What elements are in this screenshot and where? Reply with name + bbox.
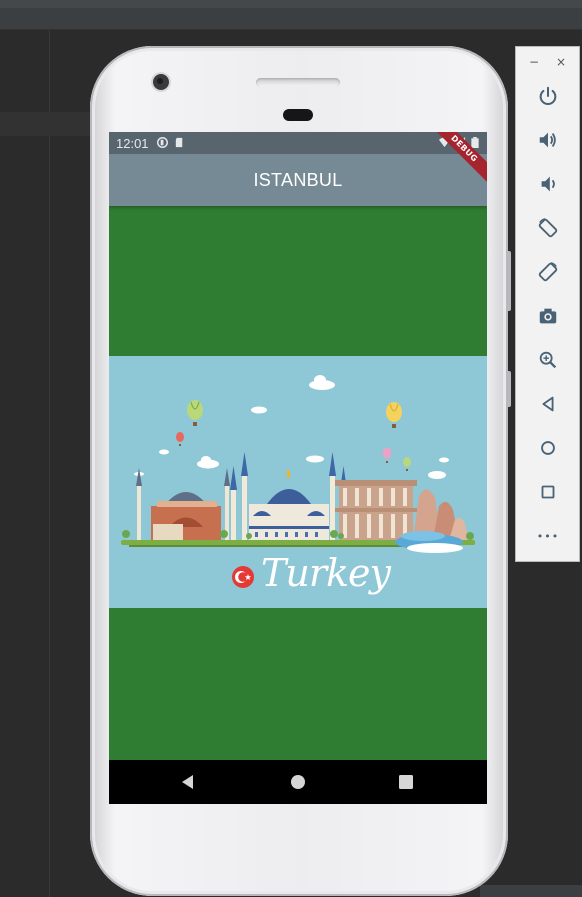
volume-down-button[interactable]: [535, 171, 561, 197]
toolbar-minimize-button[interactable]: −: [529, 55, 539, 69]
volume-up-button[interactable]: [535, 127, 561, 153]
ide-left-panel: [0, 30, 50, 897]
overview-button[interactable]: [535, 479, 561, 505]
turkish-flag-icon: [232, 566, 254, 588]
poster-caption: Turkey: [261, 551, 391, 595]
home-icon: [541, 441, 555, 455]
power-icon: [539, 86, 557, 105]
screenshot-button[interactable]: [535, 303, 561, 329]
app-bar: ISTANBUL: [109, 154, 487, 206]
rotate-right-button[interactable]: [535, 259, 561, 285]
phone-side-button-lower: [506, 371, 511, 407]
blue-mosque: [230, 452, 347, 540]
earpiece: [283, 109, 313, 121]
hagia-sophia: [136, 468, 230, 540]
android-nav-bar: [109, 760, 487, 804]
camera-icon: [539, 308, 557, 324]
rotate-left-button[interactable]: [535, 215, 561, 241]
bottom-green-panel: [109, 608, 487, 760]
rotate-right-icon: [538, 262, 558, 282]
ide-tab-strip: [0, 0, 582, 8]
back-icon: [542, 396, 554, 412]
more-button[interactable]: •••: [535, 523, 561, 549]
top-green-panel: [109, 206, 487, 356]
zoom-button[interactable]: [535, 347, 561, 373]
toolbar-close-button[interactable]: ×: [556, 55, 566, 69]
ide-bottom-bar: [480, 885, 582, 897]
status-time: 12:01: [116, 136, 149, 151]
rotate-left-icon: [538, 218, 558, 238]
sd-card-icon: [175, 137, 183, 148]
front-camera: [153, 74, 169, 90]
volume-up-icon: [539, 132, 556, 148]
back-button[interactable]: [535, 391, 561, 417]
volume-down-icon: [541, 176, 555, 192]
home-button[interactable]: [535, 435, 561, 461]
status-bar: 12:01: [109, 132, 487, 154]
speaker-grille: [256, 78, 340, 87]
ide-title-bar: [0, 0, 582, 30]
phone-side-button: [506, 251, 511, 311]
notification-icon: [157, 137, 168, 148]
zoom-icon: [539, 351, 557, 369]
overview-icon: [541, 485, 555, 499]
nav-home-icon[interactable]: [288, 772, 308, 792]
library-of-celsus: [335, 480, 417, 540]
nav-back-icon[interactable]: [178, 772, 198, 792]
app-bar-title: ISTANBUL: [253, 170, 343, 190]
power-button[interactable]: [535, 83, 561, 109]
device-screen[interactable]: 12:01 DEBUG ISTANBUL Turkey: [109, 132, 487, 804]
nav-overview-icon[interactable]: [396, 772, 416, 792]
turkey-poster-image: Turkey: [109, 356, 487, 608]
emulator-toolbar: − × •••: [515, 46, 580, 562]
